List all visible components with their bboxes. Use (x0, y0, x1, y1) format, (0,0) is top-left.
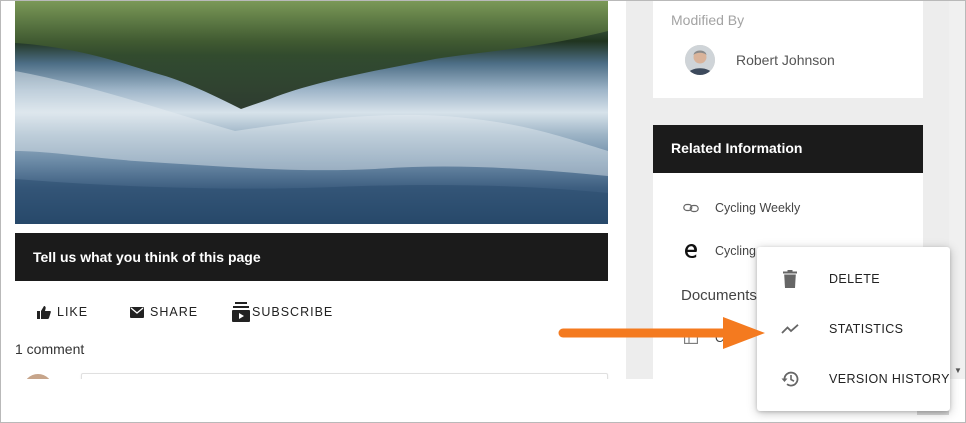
link-icon (681, 203, 701, 213)
like-button[interactable]: LIKE (37, 302, 88, 322)
thumbs-up-icon (37, 305, 51, 319)
feedback-heading-bar: Tell us what you think of this page (15, 233, 608, 281)
subscriptions-icon (232, 302, 250, 322)
callout-arrow (557, 314, 769, 357)
feedback-heading: Tell us what you think of this page (33, 249, 261, 265)
mail-icon (130, 306, 144, 318)
related-link-cycling[interactable]: Cycling (681, 244, 756, 258)
related-information-header: Related Information (653, 125, 923, 173)
share-button[interactable]: SHARE (130, 302, 198, 322)
scroll-down-icon[interactable]: ▼ (954, 366, 962, 375)
share-label: SHARE (150, 305, 199, 319)
comment-count: 1 comment (15, 341, 85, 357)
related-information-title: Related Information (671, 140, 803, 156)
trash-icon (779, 270, 801, 288)
menu-item-label: DELETE (829, 272, 881, 286)
app-frame: Tell us what you think of this page LIKE… (0, 0, 966, 423)
edge-icon (681, 244, 701, 258)
modifier-avatar[interactable] (685, 45, 715, 75)
related-link-label: Cycling Weekly (715, 201, 801, 215)
history-icon (779, 370, 801, 388)
modified-by-label: Modified By (671, 12, 745, 28)
page-hero-image (15, 1, 608, 224)
related-link-cycling-weekly[interactable]: Cycling Weekly (681, 201, 800, 215)
related-link-label: Cycling (715, 244, 756, 258)
page-scrollbar[interactable] (949, 1, 965, 379)
page-options-menu: DELETE STATISTICS VERSION HISTORY (757, 247, 950, 411)
documents-heading: Documents (681, 287, 757, 304)
menu-item-statistics[interactable]: STATISTICS (757, 304, 950, 354)
trend-icon (779, 324, 801, 334)
menu-item-version-history[interactable]: VERSION HISTORY (757, 354, 950, 404)
like-label: LIKE (57, 305, 89, 319)
menu-item-label: STATISTICS (829, 322, 904, 336)
subscribe-button[interactable]: SUBSCRIBE (232, 302, 333, 322)
menu-item-label: VERSION HISTORY (829, 372, 950, 386)
menu-item-delete[interactable]: DELETE (757, 254, 950, 304)
subscribe-label: SUBSCRIBE (252, 305, 334, 319)
modifier-name-link[interactable]: Robert Johnson (736, 52, 835, 68)
